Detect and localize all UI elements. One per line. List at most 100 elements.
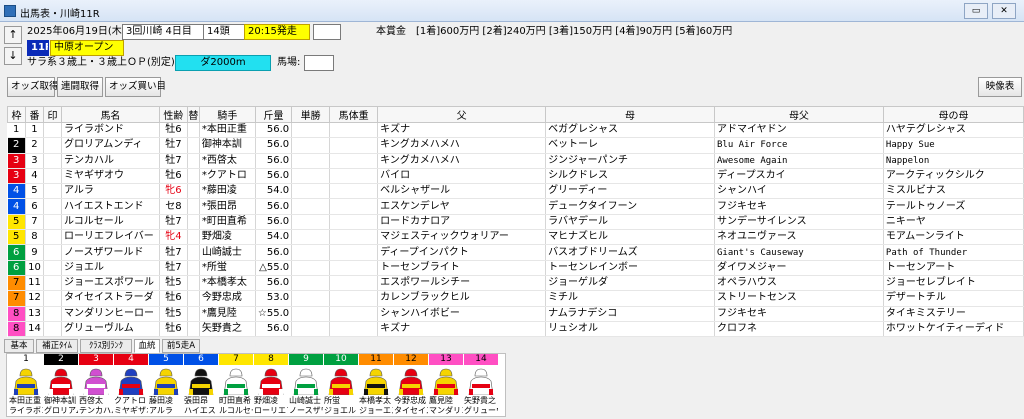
silk-item[interactable]: 7 町田直希ルコルセール — [219, 354, 253, 416]
restore-button[interactable]: ▭ — [964, 3, 988, 19]
header-dam[interactable]: 母 — [545, 106, 715, 123]
silk-item[interactable]: 2 御神本訓グロリアムンディ — [44, 354, 78, 416]
video-button[interactable]: 映像表 — [978, 77, 1022, 97]
horse-name-cell[interactable]: グリューヴルム — [61, 321, 160, 338]
header-waku[interactable]: 枠 — [7, 106, 26, 123]
table-row[interactable]: 7 11 ジョーエスポワール 牡5 *本橋孝太 56.0 エスポワールシチー ジョーゲルダ オペ… — [7, 275, 1024, 292]
header-jockey[interactable]: 騎手 — [198, 106, 256, 123]
table-row[interactable]: 8 13 マンダリンヒーロー 牡5 *鷹見陸 ☆55.0 シャンハイボビー ナムラナデシコ フジ… — [7, 306, 1024, 322]
sire-cell: マジェスティックウォリアー — [377, 229, 547, 246]
renraku-fetch-button[interactable]: 連闘取得 — [57, 77, 103, 97]
extra-field[interactable] — [313, 24, 341, 40]
silk-item[interactable]: 8 野畑凌ローリエフレイバー — [254, 354, 288, 416]
table-header-row: 枠 番 印 馬名 性齢 替 騎手 斤量 単勝 馬体重 父 母 母父 母の母 — [7, 106, 1024, 123]
table-row[interactable]: 4 6 ハイエストエンド セ8 *張田昂 56.0 エスケンデレヤ デュークタイフーン フジキセ… — [7, 198, 1024, 215]
odds-fetch-button[interactable]: オッズ取得 — [7, 77, 59, 97]
next-race-arrow-icon[interactable]: ↓ — [4, 47, 22, 65]
silk-item[interactable]: 6 張田昂ハイエストエンド — [184, 354, 218, 416]
horse-name-cell[interactable]: テンカハル — [61, 153, 160, 169]
dam-cell: ジンジャーパンチ — [545, 153, 715, 169]
silk-item[interactable]: 11 本橋孝太ジョーエスポワール — [359, 354, 393, 416]
horse-name-cell[interactable]: マンダリンヒーロー — [61, 306, 160, 322]
header-mark[interactable]: 印 — [42, 106, 62, 123]
silk-horse-name: マンダリンヒーロー — [429, 406, 463, 415]
table-row[interactable]: 1 1 ライラボンド 牡6 *本田正重 56.0 キズナ ベガグレシャス アドマイヤドン ハヤテグ… — [7, 122, 1024, 139]
horse-name-cell[interactable]: ジョエル — [61, 260, 160, 276]
tab-last5-a[interactable]: 前5走A — [162, 339, 200, 353]
num-cell: 9 — [25, 244, 44, 261]
silk-item[interactable]: 5 藤田凌 アルラ — [149, 354, 183, 416]
sire-cell: シャンハイボビー — [377, 306, 547, 322]
table-row[interactable]: 6 9 ノースザワールド 牡7 山崎誠士 56.0 ディープインパクト バスオブドリームズ Gi… — [7, 244, 1024, 261]
app-icon — [4, 5, 16, 17]
silk-item[interactable]: 10 所蛍 ジョエル — [324, 354, 358, 416]
table-row[interactable]: 4 5 アルラ 牝6 *藤田凌 54.0 ベルシャザール グリーディー シャンハイ ミスルビナス — [7, 183, 1024, 200]
header-num[interactable]: 番 — [24, 106, 44, 123]
close-button[interactable]: ✕ — [992, 3, 1016, 19]
horse-name-cell[interactable]: ルコルセール — [61, 214, 160, 231]
mark-cell — [43, 137, 62, 154]
silk-item[interactable]: 3 西啓太テンカハル — [79, 354, 113, 416]
silk-item[interactable]: 13 鷹見陸マンダリンヒーロー — [429, 354, 463, 416]
damsire-cell: シャンハイ — [714, 183, 884, 200]
header-damsire[interactable]: 母父 — [713, 106, 884, 123]
horse-name-cell[interactable]: ローリエフレイバー — [61, 229, 160, 246]
jockey-cell: 山崎誠士 — [199, 244, 256, 261]
tab-basic[interactable]: 基本 — [4, 339, 34, 353]
ground-field[interactable] — [304, 55, 334, 71]
header-horse-name[interactable]: 馬名 — [60, 106, 160, 123]
header-sire[interactable]: 父 — [377, 106, 547, 123]
jockey-cell: *張田昂 — [199, 198, 256, 215]
horse-name-cell[interactable]: ノースザワールド — [61, 244, 160, 261]
table-row[interactable]: 6 10 ジョエル 牡7 *所蛍 △55.0 トーセンブライト トーセンレインボー ダイワメジャ… — [7, 260, 1024, 276]
horse-name-cell[interactable]: ライラボンド — [61, 122, 160, 139]
header-win-odds[interactable]: 単勝 — [291, 106, 331, 123]
tab-corrected-time[interactable]: 補正ﾀｲﾑ — [36, 339, 78, 353]
race-name: 中原オープン — [50, 40, 124, 56]
table-row[interactable]: 2 2 グロリアムンディ 牡7 御神本訓 56.0 キングカメハメハ ベットーレ Blu Air… — [7, 137, 1024, 154]
horse-name-cell[interactable]: ミヤギザオウ — [61, 168, 160, 185]
silk-item[interactable]: 12 今野忠成タイセイストラーダ — [394, 354, 428, 416]
horse-name-cell[interactable]: ハイエストエンド — [61, 198, 160, 215]
change-cell — [187, 229, 200, 246]
horse-name-cell[interactable]: グロリアムンディ — [61, 137, 160, 154]
table-row[interactable]: 5 8 ローリエフレイバー 牝4 野畑凌 54.0 マジェスティックウォリアー マヒナズヒルネ… — [7, 229, 1024, 246]
runners-field[interactable]: 14頭 — [203, 24, 245, 40]
tab-class-rank[interactable]: ｸﾗｽ別ﾗﾝｸ — [80, 339, 132, 353]
body-weight-cell — [329, 198, 379, 215]
jockey-silk-icon — [395, 367, 427, 396]
sex-age-cell: 牝6 — [159, 183, 188, 200]
prev-race-arrow-icon[interactable]: ↑ — [4, 26, 22, 44]
body-weight-cell — [329, 137, 379, 154]
header-weight[interactable]: 斤量 — [254, 106, 293, 123]
header-sex-age[interactable]: 性齢 — [158, 106, 188, 123]
sex-age-cell: 牡6 — [159, 290, 188, 307]
weight-cell: △55.0 — [255, 260, 293, 276]
header-change[interactable]: 替 — [186, 106, 200, 123]
odds-buy-button[interactable]: オッズ買い目 — [105, 77, 166, 97]
silk-item[interactable]: 14 矢野貴之グリューヴルム — [464, 354, 498, 416]
table-row[interactable]: 8 14 グリューヴルム 牡6 矢野貴之 56.0 キズナ リュシオル クロフネ ホワットケイティ… — [7, 321, 1024, 338]
table-row[interactable]: 5 7 ルコルセール 牡7 *町田直希 56.0 ロードカナロア ラバヤデール サンデーサイレン… — [7, 214, 1024, 231]
meeting-field[interactable]: 3回川崎 4日目 — [122, 24, 206, 40]
dam-cell: ジョーゲルダ — [545, 275, 715, 292]
table-row[interactable]: 3 3 テンカハル 牡7 *西啓太 56.0 キングカメハメハ ジンジャーパンチ Awesome… — [7, 153, 1024, 169]
horse-name-cell[interactable]: ジョーエスポワール — [61, 275, 160, 292]
change-cell — [187, 198, 200, 215]
header-damdam[interactable]: 母の母 — [882, 106, 1024, 123]
horse-name-cell[interactable]: タイセイストラーダ — [61, 290, 160, 307]
waku-cell: 6 — [7, 260, 26, 276]
win-odds-cell — [291, 290, 331, 307]
body-weight-cell — [329, 275, 379, 292]
silk-item[interactable]: 9 山崎誠士ノースザワールド — [289, 354, 323, 416]
table-row[interactable]: 3 4 ミヤギザオウ 牡6 *クアトロ 56.0 バイロ シルクドレス ディープスカイ アークティ… — [7, 168, 1024, 185]
tab-pedigree[interactable]: 血統 — [134, 339, 160, 353]
table-row[interactable]: 7 12 タイセイストラーダ 牡6 今野忠成 53.0 カレンブラックヒル ミチル ストリートセ… — [7, 290, 1024, 307]
silk-item[interactable]: 4 クアトロミヤギザオウ — [114, 354, 148, 416]
num-cell: 6 — [25, 198, 44, 215]
silk-item[interactable]: 1 本田正重ライラボンド — [9, 354, 43, 416]
body-weight-cell — [329, 260, 379, 276]
horse-name-cell[interactable]: アルラ — [61, 183, 160, 200]
jockey-cell: *鷹見陸 — [199, 306, 256, 322]
header-body-weight[interactable]: 馬体重 — [329, 106, 379, 123]
